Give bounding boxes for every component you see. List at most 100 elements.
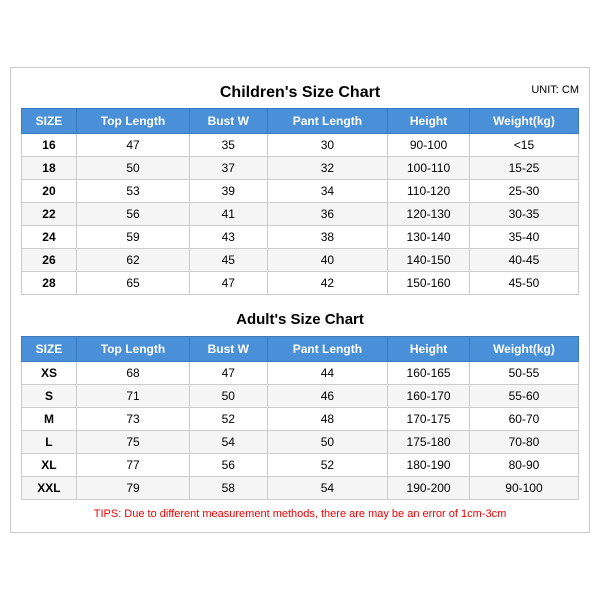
table-cell: 50 bbox=[76, 157, 189, 180]
table-row: L755450175-18070-80 bbox=[22, 431, 579, 454]
table-cell: 48 bbox=[267, 408, 388, 431]
table-cell: 35-40 bbox=[469, 226, 578, 249]
table-cell: 75 bbox=[76, 431, 189, 454]
adults-col-header: SIZE bbox=[22, 337, 77, 362]
table-cell: 26 bbox=[22, 249, 77, 272]
table-cell: 160-165 bbox=[388, 362, 470, 385]
table-cell: 140-150 bbox=[388, 249, 470, 272]
table-cell: 40-45 bbox=[469, 249, 578, 272]
table-cell: 56 bbox=[76, 203, 189, 226]
table-cell: 42 bbox=[267, 272, 388, 295]
table-cell: 44 bbox=[267, 362, 388, 385]
table-cell: 40 bbox=[267, 249, 388, 272]
table-cell: 50 bbox=[190, 385, 268, 408]
table-cell: 70-80 bbox=[469, 431, 578, 454]
table-row: XXL795854190-20090-100 bbox=[22, 477, 579, 500]
table-row: 22564136120-13030-35 bbox=[22, 203, 579, 226]
table-cell: 52 bbox=[190, 408, 268, 431]
table-row: S715046160-17055-60 bbox=[22, 385, 579, 408]
adults-col-header: Height bbox=[388, 337, 470, 362]
adults-header-row: SIZETop LengthBust WPant LengthHeightWei… bbox=[22, 337, 579, 362]
table-cell: XL bbox=[22, 454, 77, 477]
table-cell: 47 bbox=[190, 362, 268, 385]
adults-col-header: Weight(kg) bbox=[469, 337, 578, 362]
table-cell: 110-120 bbox=[388, 180, 470, 203]
table-cell: 45-50 bbox=[469, 272, 578, 295]
table-cell: 54 bbox=[190, 431, 268, 454]
table-row: 28654742150-16045-50 bbox=[22, 272, 579, 295]
table-cell: 71 bbox=[76, 385, 189, 408]
table-cell: 41 bbox=[190, 203, 268, 226]
table-cell: 170-175 bbox=[388, 408, 470, 431]
table-cell: <15 bbox=[469, 134, 578, 157]
children-col-header: SIZE bbox=[22, 109, 77, 134]
table-row: 1647353090-100<15 bbox=[22, 134, 579, 157]
table-row: 18503732100-11015-25 bbox=[22, 157, 579, 180]
adults-col-header: Bust W bbox=[190, 337, 268, 362]
table-cell: XXL bbox=[22, 477, 77, 500]
table-cell: 32 bbox=[267, 157, 388, 180]
table-cell: 53 bbox=[76, 180, 189, 203]
table-cell: 90-100 bbox=[388, 134, 470, 157]
table-cell: 73 bbox=[76, 408, 189, 431]
children-col-header: Top Length bbox=[76, 109, 189, 134]
table-cell: 54 bbox=[267, 477, 388, 500]
table-cell: 50-55 bbox=[469, 362, 578, 385]
table-cell: 56 bbox=[190, 454, 268, 477]
table-row: M735248170-17560-70 bbox=[22, 408, 579, 431]
table-cell: 68 bbox=[76, 362, 189, 385]
table-cell: 80-90 bbox=[469, 454, 578, 477]
table-cell: 52 bbox=[267, 454, 388, 477]
tips-text: TIPS: Due to different measurement metho… bbox=[21, 508, 579, 522]
table-cell: 59 bbox=[76, 226, 189, 249]
table-cell: 34 bbox=[267, 180, 388, 203]
table-cell: 190-200 bbox=[388, 477, 470, 500]
table-cell: 15-25 bbox=[469, 157, 578, 180]
table-row: 26624540140-15040-45 bbox=[22, 249, 579, 272]
children-col-header: Height bbox=[388, 109, 470, 134]
table-cell: 58 bbox=[190, 477, 268, 500]
children-size-table: SIZETop LengthBust WPant LengthHeightWei… bbox=[21, 108, 579, 295]
table-cell: 16 bbox=[22, 134, 77, 157]
children-col-header: Pant Length bbox=[267, 109, 388, 134]
table-cell: 150-160 bbox=[388, 272, 470, 295]
table-cell: 37 bbox=[190, 157, 268, 180]
table-cell: 160-170 bbox=[388, 385, 470, 408]
table-cell: 45 bbox=[190, 249, 268, 272]
table-row: XS684744160-16550-55 bbox=[22, 362, 579, 385]
table-cell: 30 bbox=[267, 134, 388, 157]
table-cell: 25-30 bbox=[469, 180, 578, 203]
table-cell: 180-190 bbox=[388, 454, 470, 477]
children-col-header: Bust W bbox=[190, 109, 268, 134]
unit-label: UNIT: CM bbox=[531, 84, 579, 96]
table-cell: 47 bbox=[190, 272, 268, 295]
size-chart-container: Children's Size Chart UNIT: CM SIZETop L… bbox=[10, 67, 590, 533]
table-cell: L bbox=[22, 431, 77, 454]
table-cell: 39 bbox=[190, 180, 268, 203]
table-cell: 24 bbox=[22, 226, 77, 249]
table-cell: 30-35 bbox=[469, 203, 578, 226]
table-cell: 18 bbox=[22, 157, 77, 180]
table-cell: 28 bbox=[22, 272, 77, 295]
adults-chart-title: Adult's Size Chart bbox=[21, 303, 579, 332]
table-row: 20533934110-12025-30 bbox=[22, 180, 579, 203]
table-row: 24594338130-14035-40 bbox=[22, 226, 579, 249]
children-header-row: SIZETop LengthBust WPant LengthHeightWei… bbox=[22, 109, 579, 134]
table-cell: XS bbox=[22, 362, 77, 385]
children-title-text: Children's Size Chart bbox=[220, 84, 380, 101]
table-cell: 77 bbox=[76, 454, 189, 477]
table-cell: 130-140 bbox=[388, 226, 470, 249]
adults-col-header: Top Length bbox=[76, 337, 189, 362]
table-cell: 35 bbox=[190, 134, 268, 157]
table-cell: 65 bbox=[76, 272, 189, 295]
table-cell: 60-70 bbox=[469, 408, 578, 431]
table-cell: 50 bbox=[267, 431, 388, 454]
children-chart-title: Children's Size Chart UNIT: CM bbox=[21, 78, 579, 104]
table-cell: 38 bbox=[267, 226, 388, 249]
table-cell: 79 bbox=[76, 477, 189, 500]
adults-col-header: Pant Length bbox=[267, 337, 388, 362]
table-cell: 43 bbox=[190, 226, 268, 249]
table-cell: 22 bbox=[22, 203, 77, 226]
table-cell: 100-110 bbox=[388, 157, 470, 180]
table-cell: 175-180 bbox=[388, 431, 470, 454]
